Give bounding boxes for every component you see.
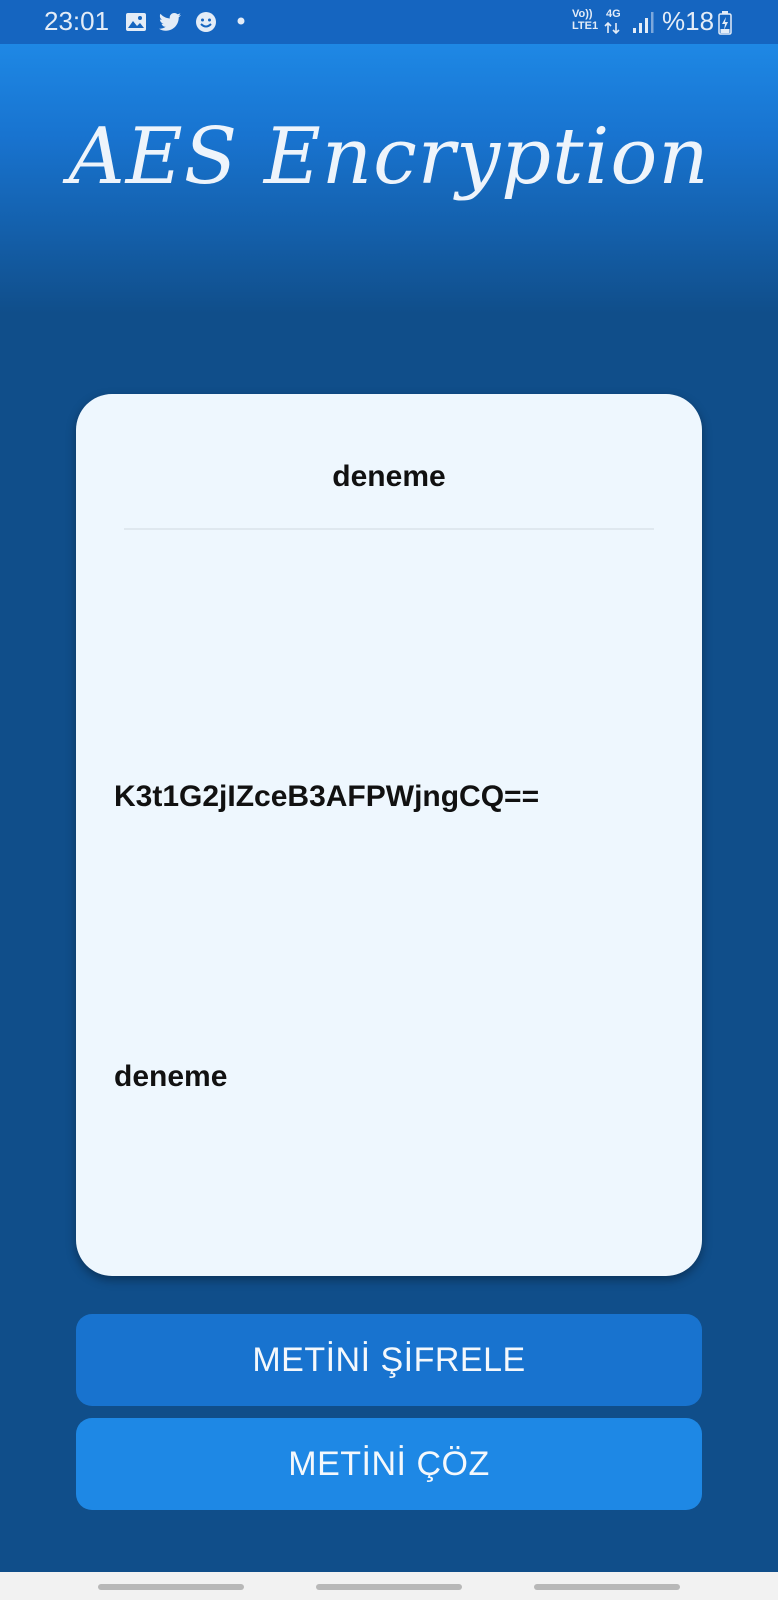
dot-icon <box>237 17 245 25</box>
network-lte-label: LTE1 <box>572 20 599 32</box>
status-bar: 23:01 Vo)) LTE1 4G %18 <box>0 0 778 44</box>
battery-percent: %18 <box>662 6 715 36</box>
battery-charging-icon <box>718 11 732 35</box>
app-header: AES Encryption <box>0 44 778 314</box>
twitter-icon <box>159 13 181 31</box>
decrypted-output: deneme <box>114 1060 228 1093</box>
app-title: AES Encryption <box>68 112 710 202</box>
decrypt-button[interactable]: METİNİ ÇÖZ <box>76 1418 702 1510</box>
signal-icon <box>633 12 654 33</box>
encrypted-output: K3t1G2jIZceB3AFPWjngCQ== <box>114 780 540 813</box>
nav-home-handle[interactable] <box>316 1584 462 1590</box>
network-volte-label: Vo)) <box>572 8 593 20</box>
network-indicator: Vo)) LTE1 <box>572 8 598 32</box>
gallery-icon <box>126 13 146 31</box>
smiley-icon <box>196 12 216 32</box>
nav-back-handle[interactable] <box>534 1584 680 1590</box>
data-arrows-icon <box>604 22 620 34</box>
plaintext-input[interactable]: deneme <box>76 460 702 494</box>
data-type-label: 4G <box>606 8 621 20</box>
navigation-bar <box>0 1572 778 1600</box>
nav-recent-handle[interactable] <box>98 1584 244 1590</box>
input-underline <box>124 528 654 530</box>
encryption-card: deneme K3t1G2jIZceB3AFPWjngCQ== deneme <box>76 394 702 1276</box>
status-time: 23:01 <box>44 6 110 36</box>
encrypt-button[interactable]: METİNİ ŞİFRELE <box>76 1314 702 1406</box>
